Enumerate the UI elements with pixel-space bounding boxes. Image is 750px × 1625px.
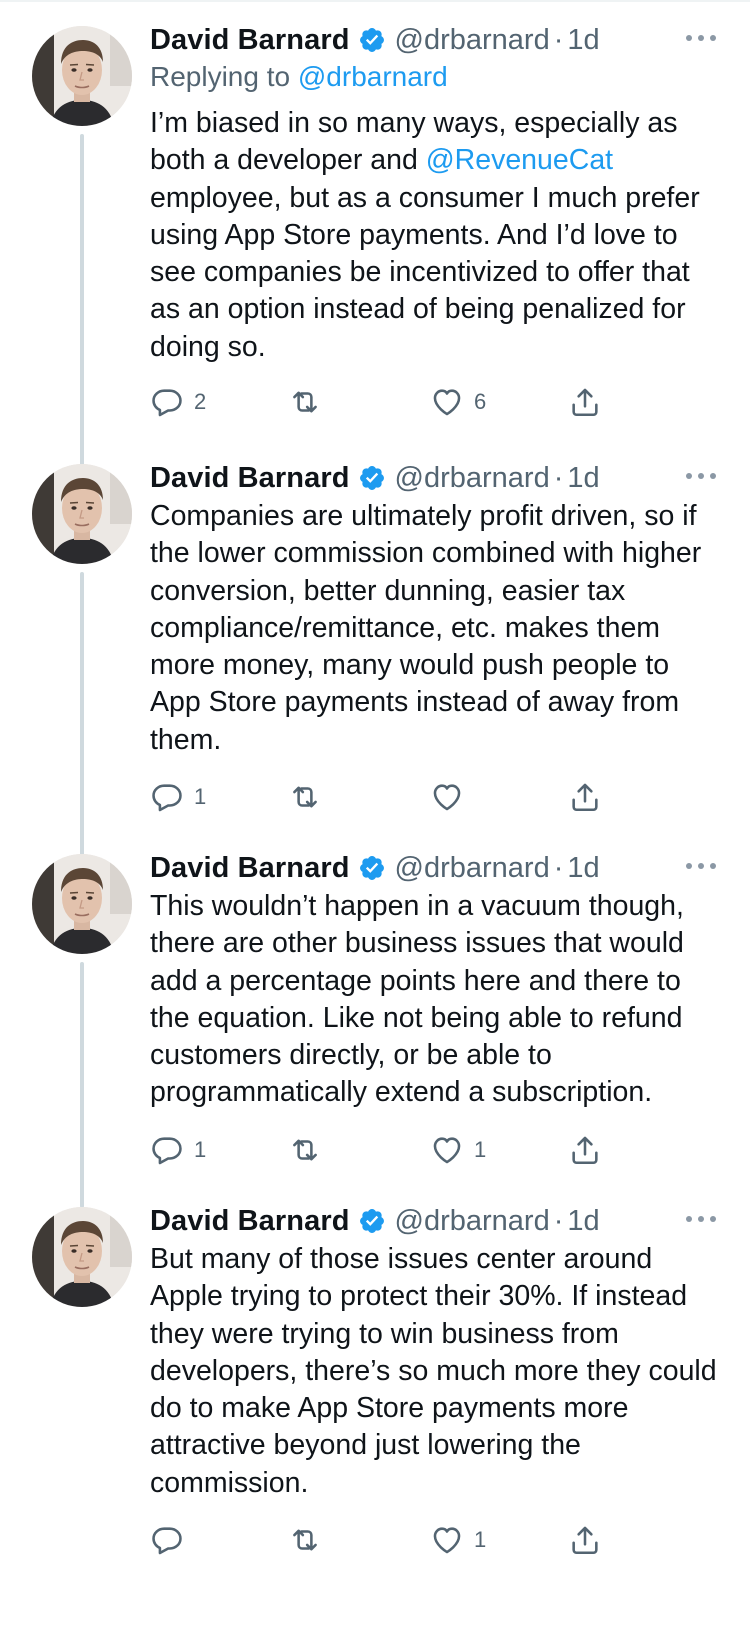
tweet-content: David Barnard @drbarnard · 1d Replying t… bbox=[150, 22, 720, 422]
heart-icon bbox=[430, 1133, 464, 1167]
replying-to: Replying to @drbarnard bbox=[150, 58, 720, 95]
separator-dot: · bbox=[553, 1204, 564, 1237]
like-count: 1 bbox=[474, 1136, 487, 1162]
reply-icon bbox=[150, 1523, 184, 1557]
tweet-thread: David Barnard @drbarnard · 1d Replying t… bbox=[0, 0, 750, 1625]
tweet-timestamp[interactable]: 1d bbox=[567, 462, 599, 495]
tweet-timestamp[interactable]: 1d bbox=[567, 852, 599, 885]
heart-icon bbox=[430, 385, 464, 419]
retweet-icon bbox=[288, 780, 322, 814]
heart-icon bbox=[430, 780, 464, 814]
retweet-button[interactable] bbox=[288, 777, 322, 817]
thread-connector-line bbox=[80, 134, 84, 476]
like-button[interactable] bbox=[430, 777, 464, 817]
more-horizontal-icon[interactable] bbox=[682, 856, 720, 876]
retweet-icon bbox=[288, 1133, 322, 1167]
retweet-button[interactable] bbox=[288, 1130, 322, 1170]
reply-count: 1 bbox=[194, 784, 207, 810]
share-button[interactable] bbox=[568, 1130, 602, 1170]
reply-count: 1 bbox=[194, 1136, 207, 1162]
verified-badge-icon bbox=[358, 1207, 386, 1235]
thread-connector-line bbox=[80, 962, 84, 1208]
avatar[interactable] bbox=[32, 464, 132, 564]
replying-to-label: Replying to bbox=[150, 61, 291, 92]
reply-icon bbox=[150, 1133, 184, 1167]
like-count: 1 bbox=[474, 1527, 487, 1553]
tweet-actions: 1 bbox=[150, 1520, 720, 1560]
separator-dot: · bbox=[553, 461, 564, 494]
tweet-header: David Barnard @drbarnard · 1d bbox=[150, 460, 720, 496]
author-handle[interactable]: @drbarnard bbox=[395, 24, 550, 57]
retweet-icon bbox=[288, 1523, 322, 1557]
avatar[interactable] bbox=[32, 26, 132, 126]
tweet-timestamp[interactable]: 1d bbox=[567, 1205, 599, 1238]
retweet-button[interactable] bbox=[288, 382, 322, 422]
author-name[interactable]: David Barnard bbox=[150, 462, 350, 495]
avatar[interactable] bbox=[32, 854, 132, 954]
reply-count: 2 bbox=[194, 389, 207, 415]
heart-icon bbox=[430, 1523, 464, 1557]
like-button[interactable]: 1 bbox=[430, 1130, 486, 1170]
more-horizontal-icon[interactable] bbox=[682, 1209, 720, 1229]
verified-badge-icon bbox=[358, 26, 386, 54]
like-button[interactable]: 1 bbox=[430, 1520, 486, 1560]
avatar[interactable] bbox=[32, 1207, 132, 1307]
tweet-text: This wouldn’t happen in a vacuum though,… bbox=[150, 890, 684, 1109]
more-horizontal-icon[interactable] bbox=[682, 466, 720, 486]
reply-button[interactable]: 1 bbox=[150, 777, 206, 817]
tweet-text: Companies are ultimately profit driven, … bbox=[150, 500, 702, 756]
tweet-content: David Barnard @drbarnard · 1d This would… bbox=[150, 850, 720, 1170]
reply-button[interactable]: 2 bbox=[150, 382, 206, 422]
thread-connector-line bbox=[80, 572, 84, 856]
tweet-text-part: employee, but as a consumer I much prefe… bbox=[150, 181, 700, 363]
reply-icon bbox=[150, 780, 184, 814]
separator-dot: · bbox=[553, 23, 564, 56]
author-name[interactable]: David Barnard bbox=[150, 24, 350, 57]
more-horizontal-icon[interactable] bbox=[682, 28, 720, 48]
tweet-actions: 1 bbox=[150, 777, 720, 817]
share-icon bbox=[568, 385, 602, 419]
author-name[interactable]: David Barnard bbox=[150, 1205, 350, 1238]
tweet-content: David Barnard @drbarnard · 1d But many o… bbox=[150, 1203, 720, 1560]
share-button[interactable] bbox=[568, 777, 602, 817]
verified-badge-icon bbox=[358, 854, 386, 882]
tweet-timestamp[interactable]: 1d bbox=[567, 24, 599, 57]
like-button[interactable]: 6 bbox=[430, 382, 486, 422]
share-button[interactable] bbox=[568, 382, 602, 422]
author-handle[interactable]: @drbarnard bbox=[395, 1205, 550, 1238]
share-icon bbox=[568, 1523, 602, 1557]
tweet-content: David Barnard @drbarnard · 1d Companies … bbox=[150, 460, 720, 817]
share-icon bbox=[568, 780, 602, 814]
tweet-header: David Barnard @drbarnard · 1d bbox=[150, 1203, 720, 1239]
tweet-text: But many of those issues center around A… bbox=[150, 1243, 717, 1499]
reply-icon bbox=[150, 385, 184, 419]
author-handle[interactable]: @drbarnard bbox=[395, 462, 550, 495]
reply-button[interactable]: 1 bbox=[150, 1130, 206, 1170]
author-name[interactable]: David Barnard bbox=[150, 852, 350, 885]
share-icon bbox=[568, 1133, 602, 1167]
tweet-actions: 1 1 bbox=[150, 1130, 720, 1170]
like-count: 6 bbox=[474, 389, 487, 415]
separator-dot: · bbox=[553, 851, 564, 884]
author-handle[interactable]: @drbarnard bbox=[395, 852, 550, 885]
retweet-icon bbox=[288, 385, 322, 419]
retweet-button[interactable] bbox=[288, 1520, 322, 1560]
mention-link[interactable]: @RevenueCat bbox=[426, 144, 613, 176]
tweet-actions: 2 6 bbox=[150, 382, 720, 422]
tweet-header: David Barnard @drbarnard · 1d bbox=[150, 22, 720, 58]
reply-button[interactable] bbox=[150, 1520, 184, 1560]
verified-badge-icon bbox=[358, 464, 386, 492]
share-button[interactable] bbox=[568, 1520, 602, 1560]
tweet-text: I’m biased in so many ways, especially a… bbox=[150, 105, 720, 366]
replying-to-handle-link[interactable]: @drbarnard bbox=[298, 61, 448, 92]
tweet-header: David Barnard @drbarnard · 1d bbox=[150, 850, 720, 886]
